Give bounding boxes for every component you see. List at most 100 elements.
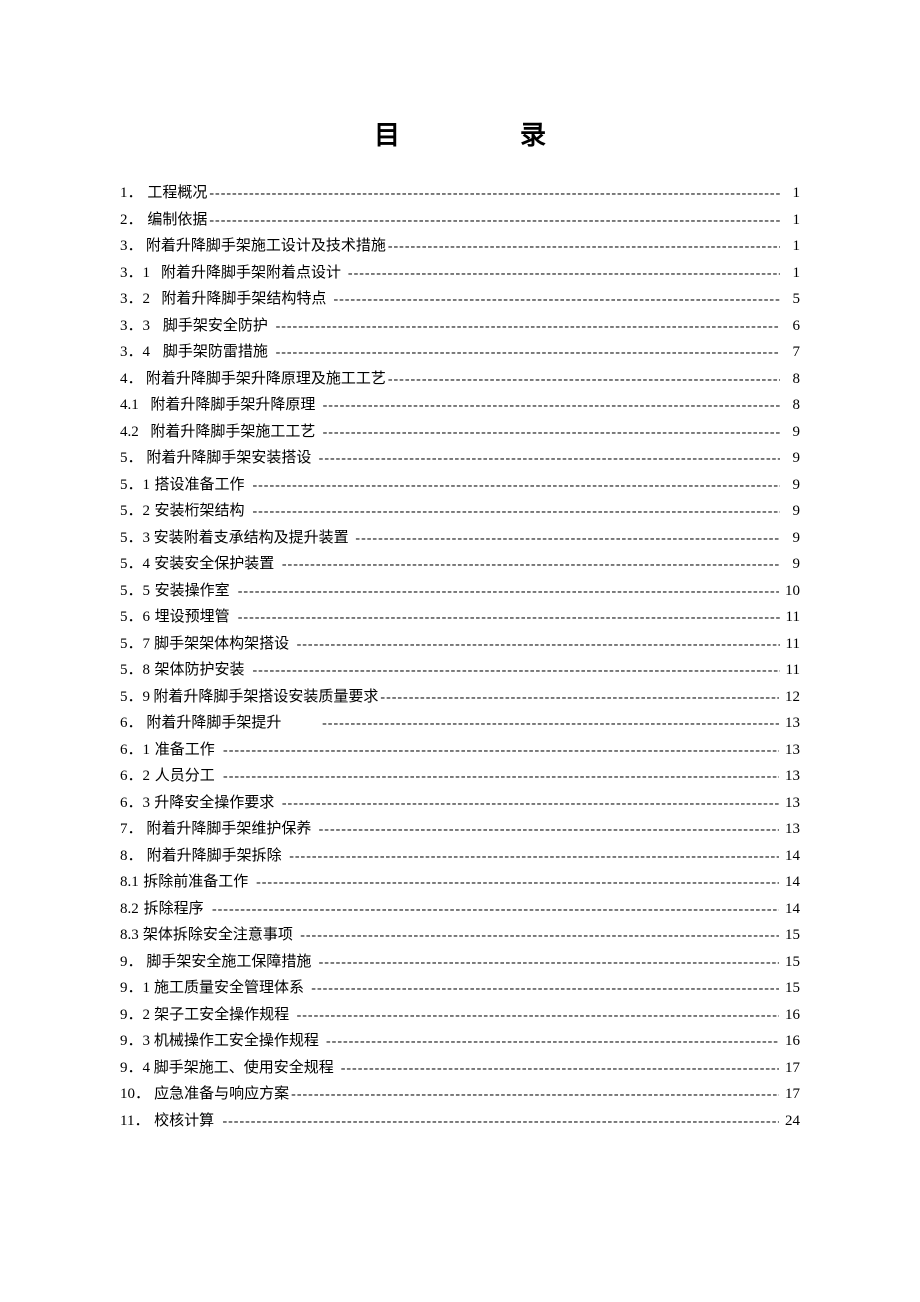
toc-leader	[209, 182, 780, 207]
toc-entry-page: 6	[780, 313, 800, 339]
toc-entry-number: 4.2	[120, 419, 139, 445]
toc-leader	[256, 871, 779, 896]
toc-leader	[223, 739, 779, 764]
toc-entry-page: 9	[780, 419, 800, 445]
toc-entry: 5．附着升降脚手架安装搭设9	[120, 445, 800, 472]
toc-entry-number: 5．9	[120, 684, 150, 710]
toc-entry-label: 安装桁架结构	[154, 498, 246, 524]
toc-entry: 8.3架体拆除安全注意事项15	[120, 922, 800, 949]
toc-entry-page: 13	[779, 737, 800, 763]
toc-leader	[222, 1110, 779, 1135]
toc-entry-label: 脚手架架体构架搭设	[154, 631, 291, 657]
toc-entry: 9．4脚手架施工、使用安全规程17	[120, 1055, 800, 1082]
toc-entry-label: 附着升降脚手架升降原理及施工工艺	[146, 366, 388, 392]
toc-leader	[341, 1057, 779, 1082]
toc-entry-number: 5．4	[120, 551, 150, 577]
toc-entry-number: 5．1	[120, 472, 150, 498]
toc-entry-label: 附着升降脚手架搭设安装质量要求	[153, 684, 380, 710]
toc-entry-page: 14	[779, 843, 800, 869]
toc-entry-number: 5．7	[120, 631, 150, 657]
toc-entry-number: 1．	[120, 180, 143, 206]
toc-entry-page: 1	[780, 233, 800, 259]
toc-entry-number: 3．	[120, 233, 143, 259]
toc-leader	[282, 553, 780, 578]
toc-leader	[322, 712, 779, 737]
toc-entry: 5．4安装安全保护装置9	[120, 551, 800, 578]
toc-leader	[297, 1004, 779, 1029]
toc-entry-label: 附着升降脚手架结构特点	[161, 286, 328, 312]
toc-entry-label: 附着升降脚手架施工设计及技术措施	[146, 233, 388, 259]
toc-entry-page: 11	[780, 604, 800, 630]
toc-entry: 6．附着升降脚手架提升13	[120, 710, 800, 737]
toc-entry-number: 9．3	[120, 1028, 150, 1054]
toc-entry-page: 9	[780, 551, 800, 577]
toc-entry-label: 安装操作室	[155, 578, 232, 604]
toc-leader	[238, 606, 780, 631]
toc-leader	[252, 500, 780, 525]
toc-entry-page: 24	[779, 1108, 800, 1134]
toc-entry-number: 4．	[120, 366, 143, 392]
toc-entry: 4.1附着升降脚手架升降原理8	[120, 392, 800, 419]
toc-leader	[300, 924, 779, 949]
toc-list: 1．工程概况12．编制依据13．附着升降脚手架施工设计及技术措施13．1附着升降…	[120, 180, 800, 1134]
toc-leader	[252, 659, 779, 684]
toc-entry-label: 安装附着支承结构及提升装置	[154, 525, 351, 551]
toc-entry-number: 6．2	[120, 763, 150, 789]
toc-entry-number: 10．	[120, 1081, 150, 1107]
toc-leader	[323, 394, 780, 419]
toc-entry-page: 14	[779, 896, 800, 922]
toc-entry-number: 8.2	[120, 896, 139, 922]
toc-leader	[212, 898, 779, 923]
toc-entry-page: 14	[779, 869, 800, 895]
toc-leader	[388, 235, 780, 260]
toc-entry-page: 1	[780, 260, 800, 286]
toc-entry-number: 3．3	[120, 313, 150, 339]
toc-entry: 5．6埋设预埋管11	[120, 604, 800, 631]
toc-entry: 3．1附着升降脚手架附着点设计1	[120, 260, 800, 287]
toc-entry-label: 拆除程序	[144, 896, 206, 922]
toc-entry: 5．5安装操作室10	[120, 578, 800, 605]
toc-entry-label: 附着升降脚手架附着点设计	[161, 260, 343, 286]
toc-entry: 1．工程概况1	[120, 180, 800, 207]
toc-leader	[323, 421, 780, 446]
toc-entry-number: 7．	[120, 816, 143, 842]
toc-entry-page: 11	[780, 631, 800, 657]
toc-leader	[223, 765, 779, 790]
toc-entry-page: 8	[780, 392, 800, 418]
toc-entry-number: 5．3	[120, 525, 150, 551]
toc-entry-label: 架体拆除安全注意事项	[143, 922, 295, 948]
toc-entry: 8.1拆除前准备工作14	[120, 869, 800, 896]
toc-entry-number: 5．8	[120, 657, 150, 683]
toc-entry-page: 15	[779, 922, 800, 948]
toc-entry-page: 9	[780, 498, 800, 524]
toc-entry-label: 脚手架安全施工保障措施	[146, 949, 313, 975]
toc-entry-number: 6．3	[120, 790, 150, 816]
toc-entry: 7．附着升降脚手架维护保养13	[120, 816, 800, 843]
toc-leader	[319, 818, 779, 843]
toc-entry: 10．应急准备与响应方案17	[120, 1081, 800, 1108]
toc-entry-label: 附着升降脚手架升降原理	[150, 392, 317, 418]
toc-entry-number: 6．	[120, 710, 143, 736]
toc-entry-number: 8.1	[120, 869, 139, 895]
toc-entry-label: 附着升降脚手架维护保养	[146, 816, 313, 842]
toc-leader	[319, 951, 779, 976]
toc-entry-page: 1	[780, 180, 800, 206]
toc-entry: 6．1准备工作13	[120, 737, 800, 764]
toc-entry-page: 9	[780, 445, 800, 471]
toc-entry-label: 附着升降脚手架安装搭设	[146, 445, 313, 471]
toc-entry-page: 16	[779, 1028, 800, 1054]
toc-leader	[252, 474, 780, 499]
toc-leader	[333, 288, 780, 313]
toc-entry: 3．2附着升降脚手架结构特点5	[120, 286, 800, 313]
toc-entry-number: 11．	[120, 1108, 149, 1134]
toc-entry: 11．校核计算24	[120, 1108, 800, 1135]
toc-entry-label: 脚手架施工、使用安全规程	[154, 1055, 336, 1081]
toc-entry-label: 准备工作	[155, 737, 217, 763]
toc-entry: 6．3升降安全操作要求13	[120, 790, 800, 817]
toc-entry: 3．附着升降脚手架施工设计及技术措施 1	[120, 233, 800, 260]
toc-entry-page: 13	[779, 763, 800, 789]
toc-entry: 8．附着升降脚手架拆除14	[120, 843, 800, 870]
toc-entry-number: 8．	[120, 843, 143, 869]
toc-leader	[291, 1083, 779, 1108]
toc-entry: 4.2附着升降脚手架施工工艺9	[120, 419, 800, 446]
